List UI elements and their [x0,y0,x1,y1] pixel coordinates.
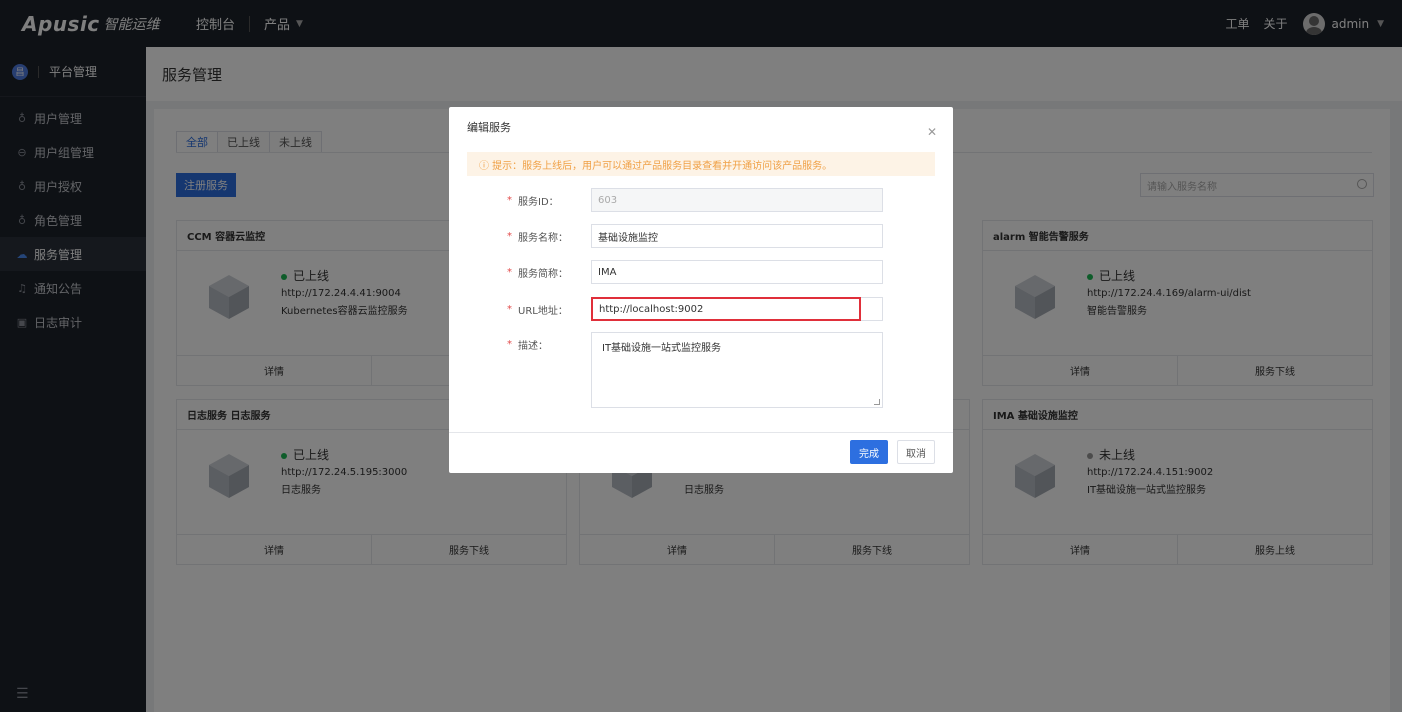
edit-service-dialog: 编辑服务 ✕ ⓘ 提示：服务上线后，用户可以通过产品服务目录查看并开通访问该产品… [449,107,953,473]
dialog-title: 编辑服务 [467,121,511,134]
form-row-url: * URL地址： http://localhost:9002 [449,297,953,321]
url-label: URL地址： [518,305,568,317]
done-button[interactable]: 完成 [850,440,888,464]
service-short-label: 服务简称： [518,268,568,280]
desc-label: 描述： [518,340,548,352]
service-name-field[interactable]: 基础设施监控 [591,224,883,248]
service-name-label: 服务名称： [518,232,568,244]
required-mark: * [507,338,512,350]
service-id-label: 服务ID： [518,196,559,208]
required-mark: * [507,266,512,278]
tip-banner: ⓘ 提示：服务上线后，用户可以通过产品服务目录查看并开通访问该产品服务。 [467,152,935,176]
field-label: * 描述： [507,332,548,356]
close-icon[interactable]: ✕ [927,125,937,139]
required-mark: * [507,303,512,315]
form-row-service-short: * 服务简称： IMA [449,260,953,284]
field-label: * 服务ID： [507,188,559,212]
url-field[interactable]: http://localhost:9002 [591,297,861,321]
service-short-field[interactable]: IMA [591,260,883,284]
form-row-service-id: * 服务ID： 603 [449,188,953,212]
field-label: * 服务简称： [507,260,568,284]
url-field-border [859,297,883,321]
service-id-field: 603 [591,188,883,212]
field-label: * URL地址： [507,297,568,321]
field-label: * 服务名称： [507,224,568,248]
required-mark: * [507,230,512,242]
form-row-service-name: * 服务名称： 基础设施监控 [449,224,953,248]
description-textarea[interactable]: IT基础设施一站式监控服务 [591,332,883,408]
resize-handle-icon[interactable] [874,399,880,405]
dialog-footer-divider [449,432,953,433]
form-row-description: * 描述： IT基础设施一站式监控服务 [449,332,953,408]
description-text: IT基础设施一站式监控服务 [602,343,722,354]
required-mark: * [507,194,512,206]
cancel-button[interactable]: 取消 [897,440,935,464]
